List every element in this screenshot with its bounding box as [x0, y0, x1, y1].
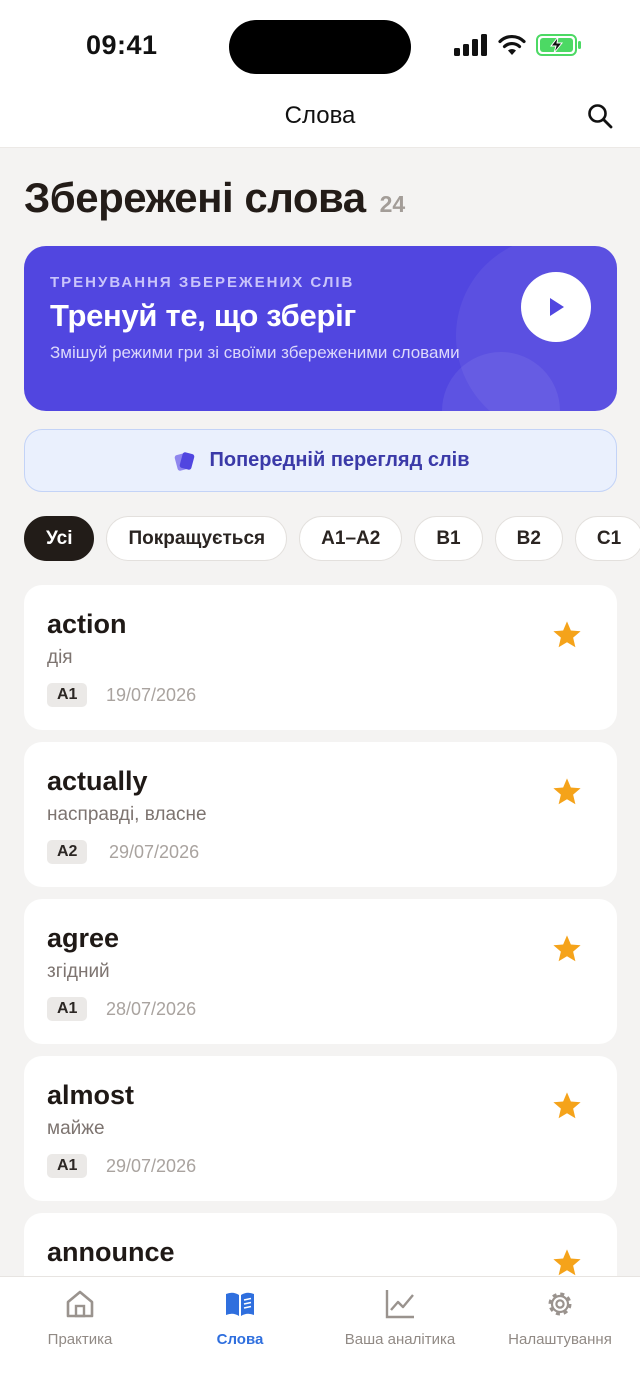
nav-bar: Слова — [0, 92, 640, 148]
filter-chip-all[interactable]: Усі — [24, 516, 95, 561]
preview-label: Попередній перегляд слів — [209, 449, 470, 471]
level-badge: A2 — [47, 840, 88, 864]
tab-bar: Практика Слова Ваша аналітика Налаштуван… — [0, 1276, 640, 1391]
training-subtitle: Змішуй режими гри зі своїми збереженими … — [50, 343, 460, 362]
word-translation: згідний — [47, 961, 110, 982]
level-badge: A1 — [47, 683, 88, 707]
training-title: Тренуй те, що зберіг — [50, 298, 356, 333]
preview-words-button[interactable]: Попередній перегляд слів — [24, 429, 617, 492]
saved-date: 19/07/2026 — [106, 685, 197, 705]
word-text: actually — [47, 766, 148, 796]
training-card[interactable]: ТРЕНУВАННЯ ЗБЕРЕЖЕНИХ СЛІВ Тренуй те, що… — [24, 246, 617, 411]
status-bar: 09:41 — [0, 0, 640, 92]
tab-label: Практика — [47, 1331, 113, 1348]
word-card[interactable]: announce — [24, 1213, 617, 1276]
word-text: announce — [47, 1237, 175, 1267]
tab-practice[interactable]: Практика — [0, 1287, 160, 1348]
tab-words[interactable]: Слова — [160, 1287, 320, 1348]
page-header: Збережені слова 24 — [24, 174, 405, 222]
page-title: Збережені слова — [24, 174, 366, 221]
level-badge: A1 — [47, 1154, 88, 1178]
dynamic-island — [229, 20, 411, 74]
star-icon[interactable] — [551, 1090, 583, 1122]
saved-count: 24 — [379, 191, 406, 217]
tab-settings[interactable]: Налаштування — [480, 1287, 640, 1348]
word-card[interactable]: agree згідний A1 28/07/2026 — [24, 899, 617, 1044]
word-translation: майже — [47, 1118, 105, 1139]
cards-icon — [174, 451, 194, 471]
tab-label: Слова — [216, 1331, 264, 1348]
filter-chip-b1[interactable]: B1 — [414, 516, 483, 561]
training-eyebrow: ТРЕНУВАННЯ ЗБЕРЕЖЕНИХ СЛІВ — [50, 274, 355, 291]
star-icon[interactable] — [551, 619, 583, 651]
gear-icon — [548, 1292, 572, 1316]
play-button[interactable] — [521, 272, 591, 342]
filter-chip-c1[interactable]: C1 — [574, 516, 640, 561]
filter-chip-improving[interactable]: Покращується — [106, 516, 288, 561]
main-content[interactable]: Збережені слова 24 ТРЕНУВАННЯ ЗБЕРЕЖЕНИХ… — [0, 148, 640, 1276]
word-text: action — [47, 609, 127, 639]
word-card[interactable]: almost майже A1 29/07/2026 — [24, 1056, 617, 1201]
word-text: almost — [47, 1080, 135, 1110]
word-translation: насправді, власне — [47, 804, 207, 825]
saved-date: 29/07/2026 — [106, 1156, 197, 1176]
status-icons — [454, 34, 582, 56]
star-icon[interactable] — [551, 776, 583, 808]
tab-label: Налаштування — [508, 1331, 612, 1348]
tab-analytics[interactable]: Ваша аналітика — [320, 1287, 480, 1348]
filter-chips: Усі Покращується A1–A2 B1 B2 C1 — [24, 516, 640, 561]
chart-icon — [385, 1290, 414, 1319]
saved-date: 28/07/2026 — [106, 999, 197, 1019]
battery-charging-icon — [536, 34, 581, 56]
level-badge: A1 — [47, 997, 88, 1021]
search-icon[interactable] — [586, 102, 614, 130]
filter-chip-a1-a2[interactable]: A1–A2 — [299, 516, 403, 561]
star-icon[interactable] — [551, 1247, 583, 1276]
book-icon — [226, 1292, 254, 1316]
star-icon[interactable] — [551, 933, 583, 965]
word-translation: дія — [47, 647, 73, 668]
nav-title: Слова — [284, 102, 356, 129]
wifi-icon — [498, 34, 526, 55]
home-icon — [66, 1290, 94, 1318]
word-text: agree — [47, 923, 120, 953]
word-card[interactable]: action дія A1 19/07/2026 — [24, 585, 617, 730]
cellular-signal-icon — [454, 34, 487, 56]
play-icon — [550, 298, 564, 316]
status-time: 09:41 — [86, 30, 158, 60]
saved-date: 29/07/2026 — [109, 842, 200, 862]
word-card[interactable]: actually насправді, власне A2 29/07/2026 — [24, 742, 617, 887]
filter-chip-b2[interactable]: B2 — [494, 516, 563, 561]
tab-label: Ваша аналітика — [344, 1331, 456, 1348]
